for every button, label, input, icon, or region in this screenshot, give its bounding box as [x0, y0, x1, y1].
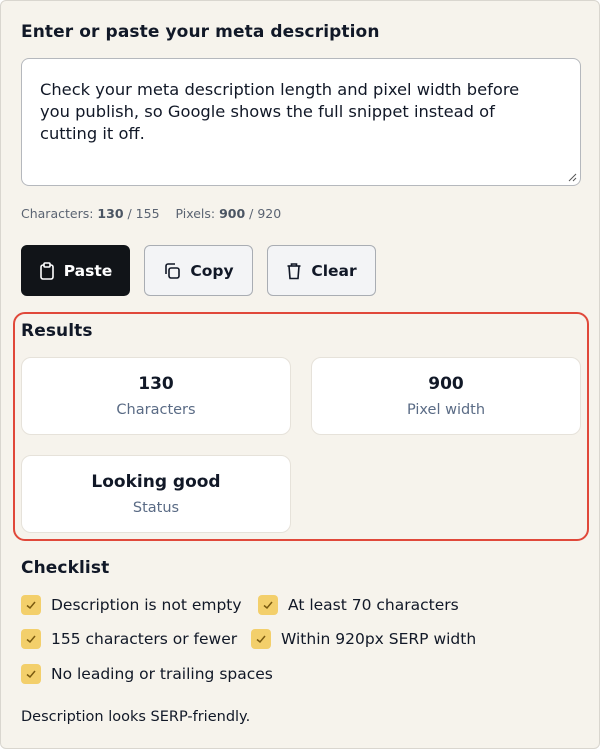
- checklist-item: Description is not empty: [21, 595, 242, 615]
- checkbox-checked-icon: [21, 595, 41, 615]
- textarea-line: Check your meta description length and p…: [40, 80, 520, 99]
- clear-button[interactable]: Clear: [267, 245, 376, 296]
- characters-result-value: 130: [138, 374, 174, 394]
- meta-description-tool-panel: Enter or paste your meta description Che…: [0, 0, 600, 749]
- results-heading: Results: [21, 321, 93, 341]
- characters-result-label: Characters: [116, 402, 196, 418]
- pixels-count-value: 900: [219, 206, 246, 221]
- pixels-count-max: / 920: [249, 206, 282, 221]
- checkbox-checked-icon: [258, 595, 278, 615]
- checkbox-checked-icon: [251, 629, 271, 649]
- checklist-item: 155 characters or fewer: [21, 629, 237, 649]
- checklist-heading: Checklist: [21, 558, 110, 578]
- characters-result-card: 130 Characters: [21, 357, 291, 435]
- pixel-width-result-value: 900: [428, 374, 464, 394]
- status-result-label: Status: [132, 500, 180, 516]
- characters-count-max: / 155: [127, 206, 160, 221]
- trash-icon: [287, 262, 301, 279]
- paste-button[interactable]: Paste: [21, 245, 130, 296]
- length-counters: Characters: 130 / 155 Pixels: 900 / 920: [21, 206, 281, 221]
- pixel-width-result-label: Pixel width: [406, 402, 486, 418]
- characters-count-value: 130: [97, 206, 124, 221]
- checklist-item: At least 70 characters: [258, 595, 459, 615]
- pixels-count-label: Pixels:: [175, 206, 216, 221]
- checklist-item-label: No leading or trailing spaces: [51, 665, 273, 683]
- meta-description-textarea[interactable]: Check your meta description length and p…: [21, 58, 581, 186]
- resize-grip-icon[interactable]: [567, 172, 577, 182]
- checklist-item-label: Description is not empty: [51, 596, 242, 614]
- copy-button[interactable]: Copy: [144, 245, 253, 296]
- characters-count-label: Characters:: [21, 206, 94, 221]
- clipboard-icon: [39, 261, 54, 280]
- checklist-item-label: At least 70 characters: [288, 596, 459, 614]
- copy-icon: [165, 262, 181, 279]
- copy-button-label: Copy: [190, 261, 234, 280]
- status-result-card: Looking good Status: [21, 455, 291, 533]
- status-result-value: Looking good: [91, 472, 221, 492]
- checklist-item-label: Within 920px SERP width: [281, 630, 477, 648]
- paste-button-label: Paste: [63, 261, 113, 280]
- checklist-item: No leading or trailing spaces: [21, 664, 273, 684]
- editor-heading: Enter or paste your meta description: [21, 22, 380, 42]
- textarea-line: cutting it off.: [40, 124, 145, 143]
- checklist-item: Within 920px SERP width: [251, 629, 476, 649]
- checkbox-checked-icon: [21, 629, 41, 649]
- clear-button-label: Clear: [311, 261, 357, 280]
- status-message: Description looks SERP-friendly.: [21, 709, 251, 725]
- pixel-width-result-card: 900 Pixel width: [311, 357, 581, 435]
- textarea-line: you publish, so Google shows the full sn…: [40, 102, 495, 121]
- checklist-item-label: 155 characters or fewer: [51, 630, 238, 648]
- checkbox-checked-icon: [21, 664, 41, 684]
